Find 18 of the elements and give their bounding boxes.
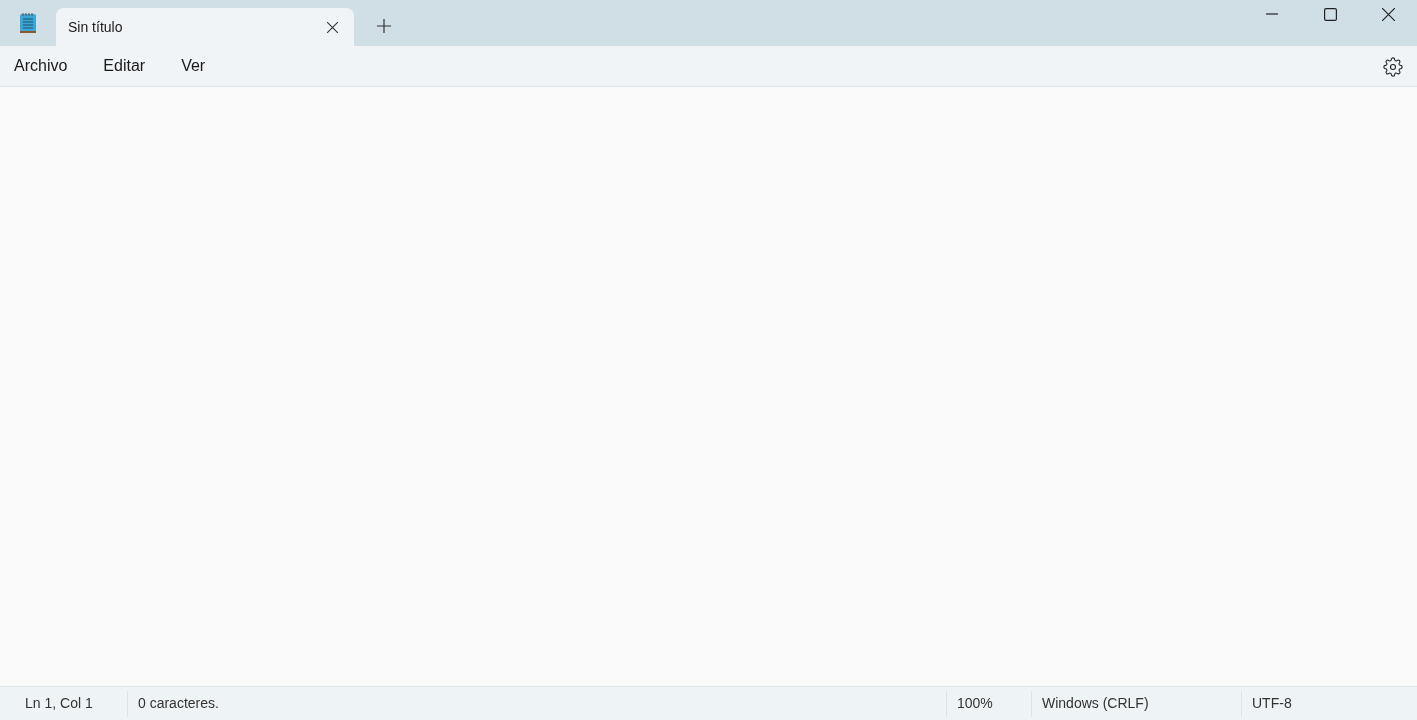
maximize-icon	[1323, 7, 1337, 21]
menu-item[interactable]: Ver	[171, 48, 216, 84]
settings-button[interactable]	[1381, 55, 1405, 79]
plus-icon	[377, 19, 391, 33]
tab-title: Sin título	[68, 17, 123, 37]
minimize-icon	[1266, 13, 1278, 15]
close-icon[interactable]	[327, 21, 338, 33]
notepad-icon	[19, 12, 37, 34]
status-text: 0 caracteres.	[138, 694, 219, 713]
status-text: Ln 1, Col 1	[25, 694, 93, 713]
settings-icon	[1383, 57, 1403, 77]
status-text: 100%	[957, 694, 993, 713]
status-text: Windows (CRLF)	[1042, 694, 1149, 713]
status-text: UTF-8	[1252, 694, 1292, 713]
document-tab[interactable]: Sin título	[56, 8, 354, 46]
menu-item[interactable]: Editar	[93, 48, 156, 84]
menu-item[interactable]: Archivo	[4, 48, 78, 84]
close-icon	[1381, 7, 1395, 21]
